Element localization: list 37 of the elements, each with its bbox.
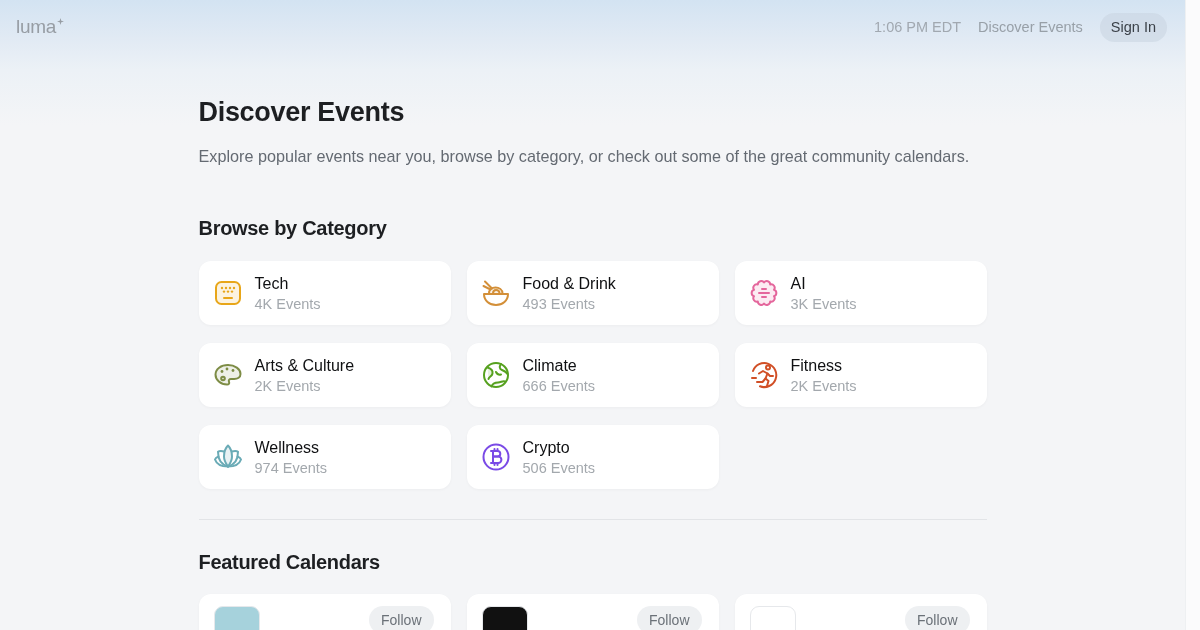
follow-button[interactable]: Follow [637, 606, 702, 630]
category-card[interactable]: Fitness 2K Events [734, 343, 987, 407]
event-count: 493 Events [522, 294, 597, 314]
time-text: 1:06 PM EDT [874, 19, 962, 35]
category-name: Arts & Culture [254, 355, 355, 376]
event-count: 666 Events [522, 376, 596, 396]
calendar-card[interactable]: Follow [466, 594, 719, 630]
follow-button[interactable]: Follow [369, 606, 434, 630]
page-subtitle: Explore popular events near you, browse by category, or check out some of the great community calendars. [198, 146, 971, 167]
sparkle-icon [57, 18, 64, 25]
category-card[interactable]: Wellness 974 Events [198, 425, 451, 489]
event-count: 2K Events [254, 376, 322, 396]
category-name: Tech [254, 273, 290, 294]
calendar-card[interactable]: Follow [734, 594, 987, 630]
category-name: AI [790, 273, 807, 294]
category-name: Fitness [790, 355, 844, 376]
event-count: 3K Events [790, 294, 857, 314]
category-card[interactable]: Climate 666 Events [466, 343, 719, 407]
section-heading: Browse by Category [198, 216, 388, 241]
event-count: 4K Events [254, 294, 321, 314]
page-title: Discover Events [198, 96, 406, 129]
category-name: Crypto [522, 437, 571, 458]
follow-button[interactable]: Follow [905, 606, 970, 630]
event-count: 506 Events [522, 458, 596, 478]
event-count: 2K Events [790, 376, 857, 396]
category-name: Food & Drink [522, 273, 616, 294]
category-card[interactable]: Arts & Culture 2K Events [198, 343, 451, 407]
calendar-card[interactable]: Follow [198, 594, 451, 630]
sign-in-button[interactable]: Sign In [1099, 12, 1167, 42]
category-card[interactable]: Crypto 506 Events [466, 425, 719, 489]
category-card[interactable]: Tech 4K Events [198, 261, 451, 325]
section-heading: Featured Calendars [198, 550, 381, 575]
category-card[interactable]: AI 3K Events [734, 261, 987, 325]
event-count: 974 Events [254, 458, 328, 478]
category-name: Climate [522, 355, 578, 376]
category-card[interactable]: Food & Drink 493 Events [466, 261, 719, 325]
category-name: Wellness [254, 437, 321, 458]
